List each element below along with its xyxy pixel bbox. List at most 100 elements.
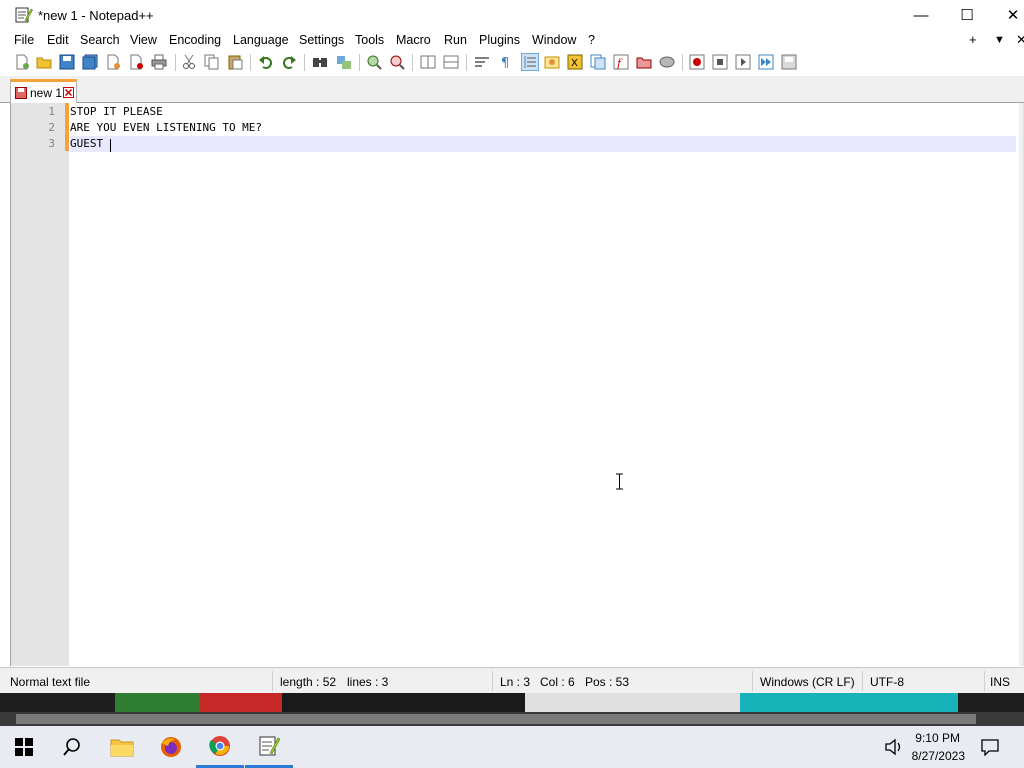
copy-icon[interactable] <box>204 54 220 70</box>
status-length: length : 52 <box>280 675 337 689</box>
print-icon[interactable] <box>151 54 167 70</box>
indent-guide-icon[interactable] <box>521 53 539 71</box>
tab-bar: new 1 <box>0 76 1024 103</box>
record-macro-icon[interactable] <box>689 54 705 70</box>
folder-icon <box>110 739 134 757</box>
notepad-plus-plus-button[interactable] <box>245 726 293 768</box>
search-button[interactable] <box>48 726 96 768</box>
ibeam-cursor-icon <box>616 473 623 490</box>
paste-icon[interactable] <box>227 54 243 70</box>
close-all-icon[interactable] <box>128 54 144 70</box>
menu-edit[interactable]: Edit <box>47 33 69 47</box>
text-caret <box>110 139 111 152</box>
document-list-icon[interactable] <box>590 54 606 70</box>
menu-settings[interactable]: Settings <box>299 33 344 47</box>
file-explorer-button[interactable] <box>98 726 146 768</box>
background-horizontal-scrollbar[interactable] <box>0 712 1024 726</box>
run-macro-multiple-icon[interactable] <box>758 54 774 70</box>
menu-plugins[interactable]: Plugins <box>479 33 520 47</box>
vertical-scrollbar[interactable] <box>1019 103 1023 666</box>
clock-date[interactable]: 8/27/2023 <box>895 749 965 763</box>
toolbar-separator <box>250 54 251 71</box>
sync-horizontal-icon[interactable] <box>443 54 459 70</box>
word-wrap-icon[interactable] <box>474 54 490 70</box>
menu-tools[interactable]: Tools <box>355 33 384 47</box>
firefox-button[interactable] <box>147 726 195 768</box>
background-window-thumb <box>115 693 200 712</box>
find-icon[interactable] <box>312 54 328 70</box>
close-file-icon[interactable] <box>105 54 121 70</box>
status-encoding[interactable]: UTF-8 <box>870 675 904 689</box>
menu-file[interactable]: File <box>14 33 34 47</box>
maximize-button[interactable]: ☐ <box>944 0 990 30</box>
folder-as-workspace-icon[interactable] <box>636 54 652 70</box>
menu-help[interactable]: ? <box>588 33 595 47</box>
start-button[interactable] <box>0 726 48 768</box>
user-defined-language-icon[interactable] <box>544 54 560 70</box>
background-window-thumb <box>740 693 958 712</box>
code-line[interactable]: ARE YOU EVEN LISTENING TO ME? <box>70 120 1016 136</box>
sync-vertical-icon[interactable] <box>420 54 436 70</box>
cut-icon[interactable] <box>181 54 197 70</box>
svg-text:¶: ¶ <box>501 56 509 70</box>
menu-bar: File Edit Search View Encoding Language … <box>0 30 1024 50</box>
notifications-button[interactable] <box>980 738 1000 759</box>
clock-time[interactable]: 9:10 PM <box>890 731 960 745</box>
save-macro-icon[interactable] <box>781 54 797 70</box>
stop-macro-icon[interactable] <box>712 54 728 70</box>
replace-icon[interactable] <box>336 54 352 70</box>
save-icon[interactable] <box>59 54 75 70</box>
window-title: *new 1 - Notepad++ <box>38 8 154 23</box>
background-window-thumb <box>282 693 525 712</box>
menu-macro[interactable]: Macro <box>396 33 431 47</box>
chrome-button[interactable] <box>196 726 244 768</box>
line-number: 2 <box>48 121 55 134</box>
toolbar-separator <box>175 54 176 71</box>
search-icon <box>63 738 80 756</box>
status-separator <box>752 671 753 691</box>
menu-window[interactable]: Window <box>532 33 576 47</box>
menu-run[interactable]: Run <box>444 33 467 47</box>
close-document-button[interactable]: ✕ <box>1016 32 1024 48</box>
status-insert-mode[interactable]: INS <box>990 675 1010 689</box>
status-position: Pos : 53 <box>585 675 630 689</box>
status-separator <box>272 671 273 691</box>
monitoring-icon[interactable] <box>659 54 675 70</box>
status-separator <box>862 671 863 691</box>
scrollbar-thumb[interactable] <box>16 714 976 724</box>
save-all-icon[interactable] <box>82 54 98 70</box>
toolbar-separator <box>466 54 467 71</box>
status-lines: lines : 3 <box>347 675 389 689</box>
line-number: 1 <box>48 105 55 118</box>
status-eol-format[interactable]: Windows (CR LF) <box>760 675 855 689</box>
menu-encoding[interactable]: Encoding <box>169 33 221 47</box>
editor-area[interactable]: 1 2 3 STOP IT PLEASE ARE YOU EVEN LISTEN… <box>10 103 1024 666</box>
show-all-characters-icon[interactable]: ¶ <box>497 54 513 70</box>
code-line[interactable]: STOP IT PLEASE <box>70 104 1016 120</box>
close-button[interactable]: ✕ <box>990 0 1024 30</box>
toolbar-separator <box>304 54 305 71</box>
menu-view[interactable]: View <box>130 33 157 47</box>
tab-list-dropdown-button[interactable]: ▼ <box>994 34 1005 46</box>
new-file-icon[interactable] <box>14 54 30 70</box>
zoom-out-icon[interactable] <box>389 54 405 70</box>
menu-search[interactable]: Search <box>80 33 120 47</box>
firefox-icon <box>161 737 181 757</box>
tab-new-1[interactable]: new 1 <box>10 79 77 103</box>
toolbar-separator <box>359 54 360 71</box>
open-file-icon[interactable] <box>36 54 52 70</box>
status-separator <box>984 671 985 691</box>
new-tab-plus-button[interactable]: + <box>969 32 977 47</box>
minimize-button[interactable]: — <box>898 0 944 30</box>
menu-language[interactable]: Language <box>233 33 289 47</box>
redo-icon[interactable] <box>281 54 297 70</box>
zoom-in-icon[interactable] <box>366 54 382 70</box>
function-list-icon[interactable]: f <box>613 54 629 70</box>
status-bar: Normal text file length : 52 lines : 3 L… <box>0 667 1024 693</box>
document-map-icon[interactable]: X <box>567 54 583 70</box>
status-file-type: Normal text file <box>10 675 91 689</box>
tab-close-icon[interactable] <box>63 87 74 98</box>
play-macro-icon[interactable] <box>735 54 751 70</box>
undo-icon[interactable] <box>258 54 274 70</box>
code-line-current[interactable]: GUEST <box>70 136 1016 152</box>
